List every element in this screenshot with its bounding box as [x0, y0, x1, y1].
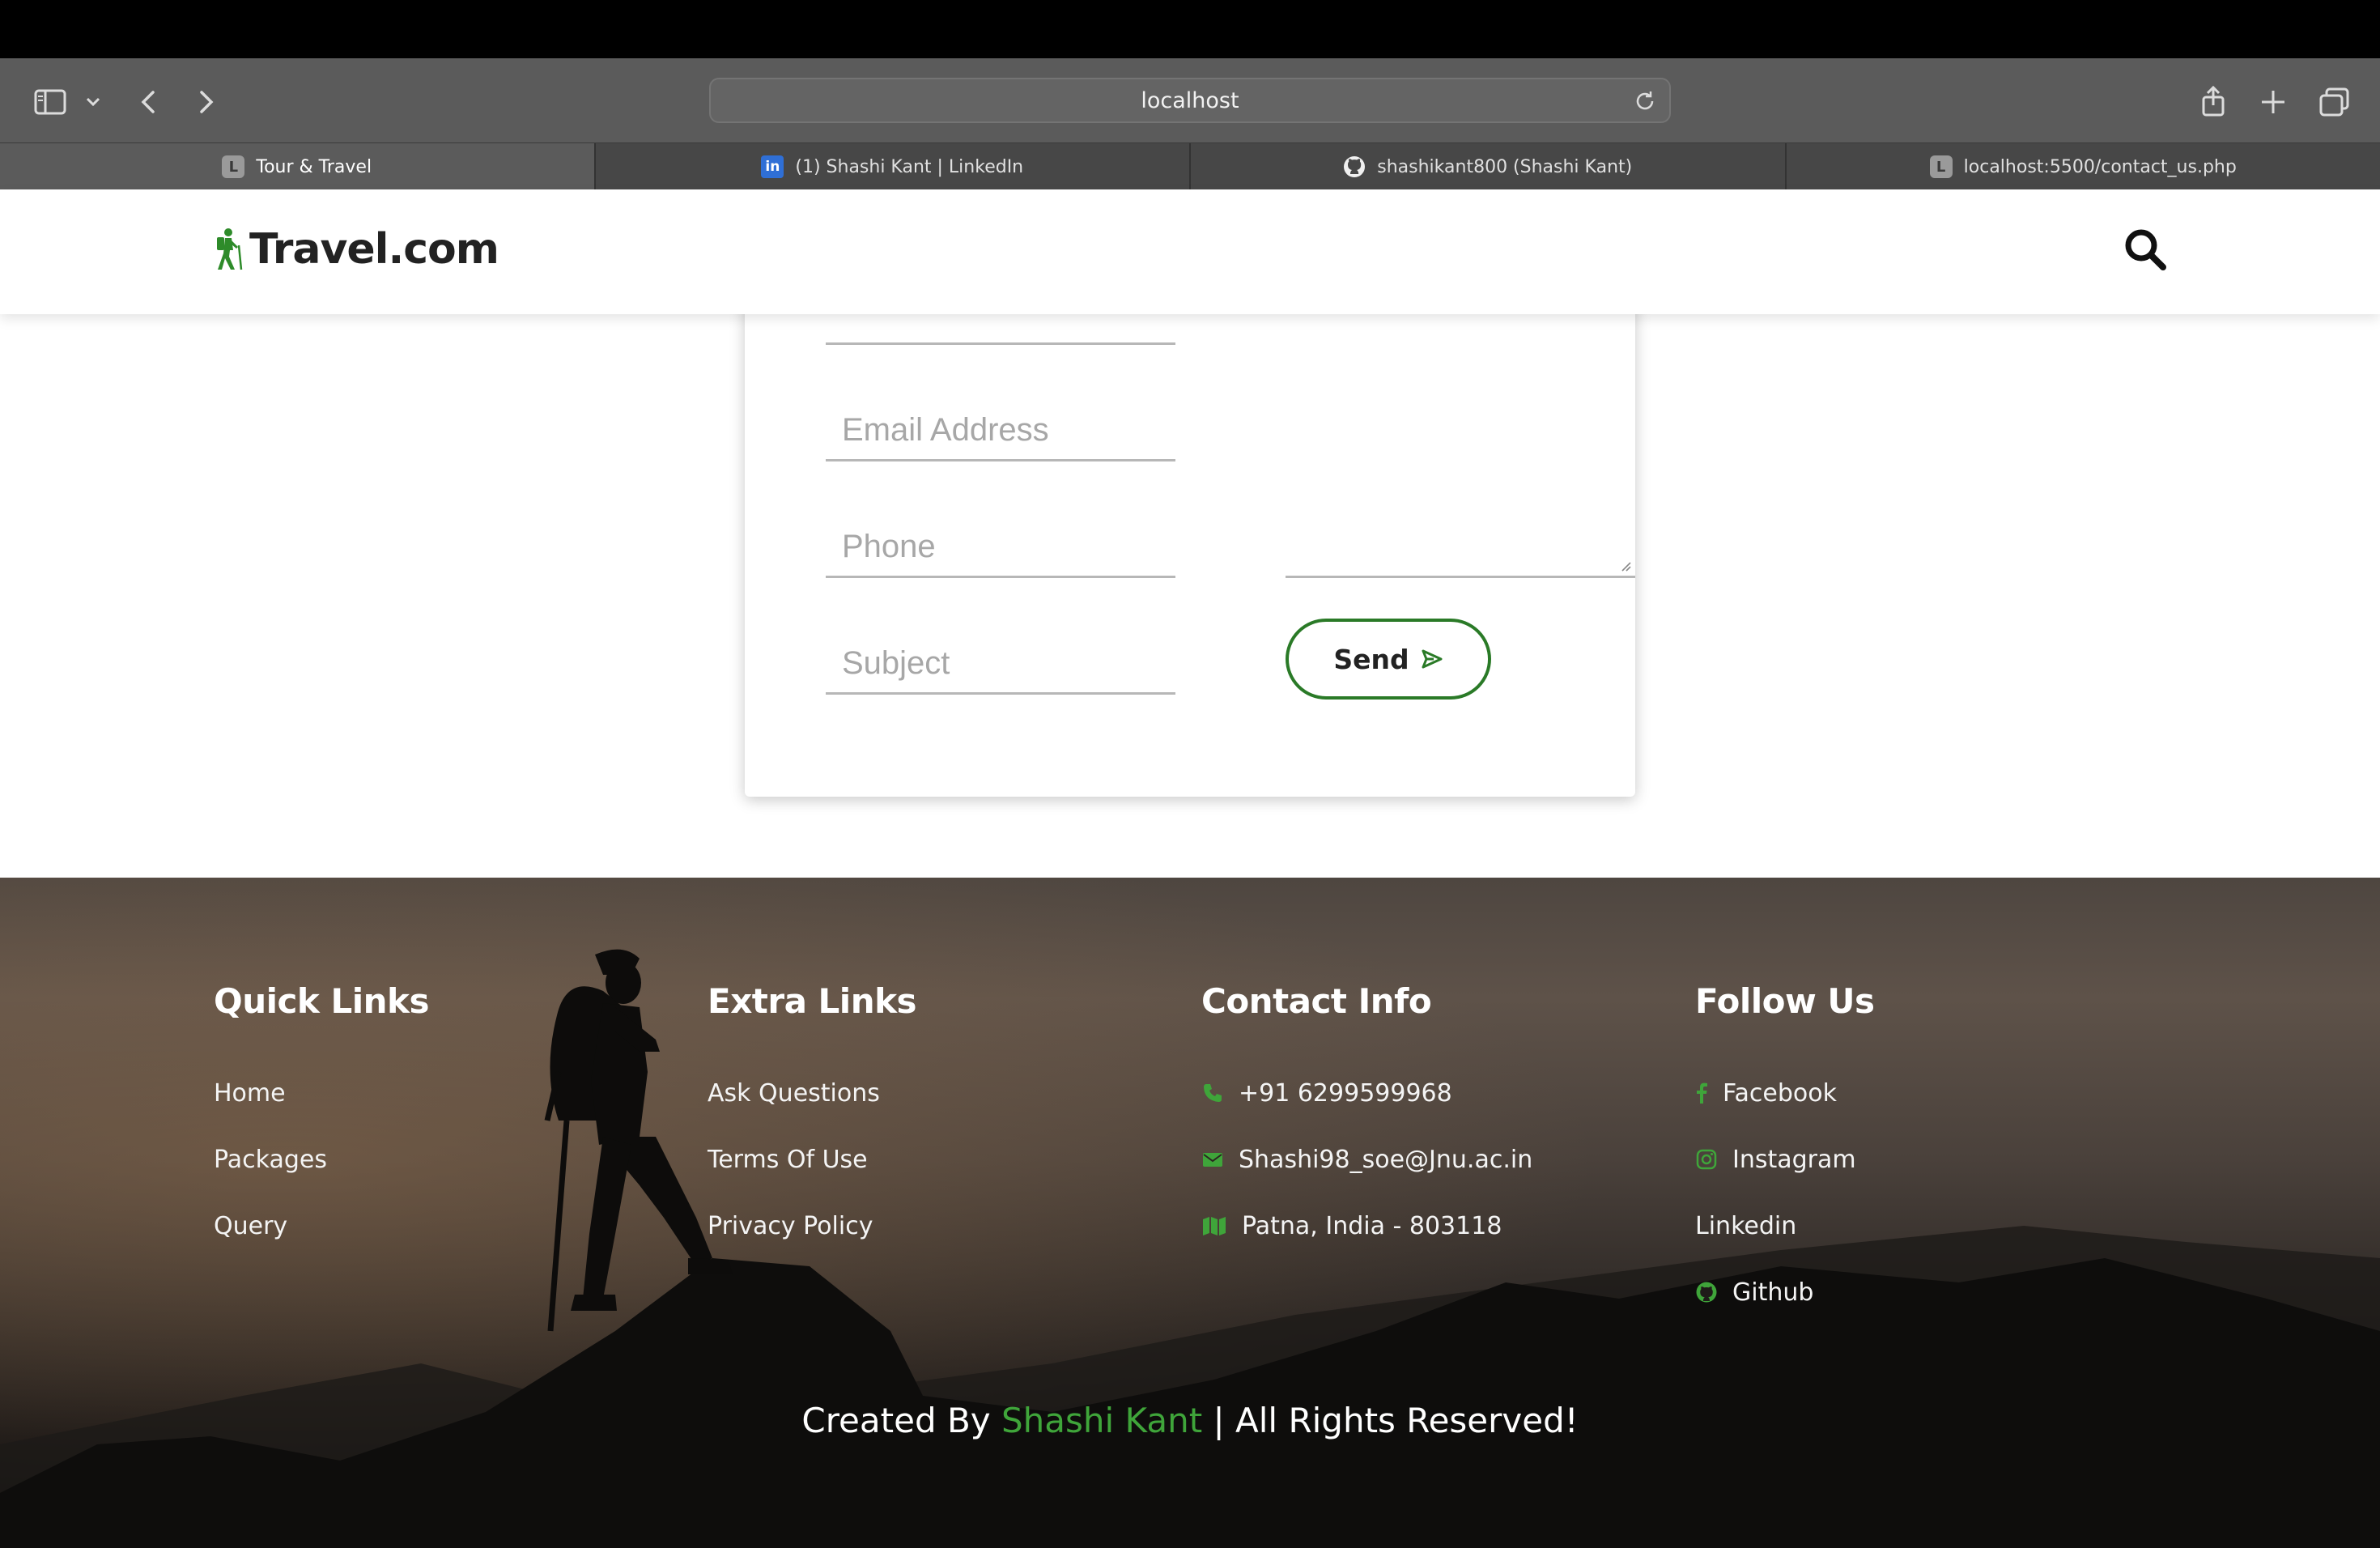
site-logo[interactable]: Travel.com	[212, 225, 499, 274]
tab-github[interactable]: shashikant800 (Shashi Kant)	[1189, 143, 1785, 190]
tab-linkedin[interactable]: in (1) Shashi Kant | LinkedIn	[593, 143, 1190, 190]
follow-linkedin[interactable]: Linkedin	[1695, 1193, 1875, 1259]
share-icon[interactable]	[2195, 84, 2231, 120]
footer-link-ask-questions[interactable]: Ask Questions	[708, 1060, 916, 1126]
footer-contact-info: Contact Info +91 6299599968 Shashi98_soe…	[1201, 981, 1532, 1259]
site-header: Travel.com	[0, 189, 2380, 314]
subject-placeholder: Subject	[842, 645, 950, 681]
link-text: Ask Questions	[708, 1078, 880, 1108]
credit-suffix: | All Rights Reserved!	[1213, 1401, 1579, 1440]
follow-us-title: Follow Us	[1695, 981, 1875, 1021]
resize-grip-icon[interactable]	[1619, 559, 1632, 572]
extra-links-title: Extra Links	[708, 981, 917, 1021]
forward-icon[interactable]	[188, 84, 223, 120]
tab-label: localhost:5500/contact_us.php	[1963, 156, 2237, 177]
phone-text: +91 6299599968	[1239, 1078, 1452, 1108]
browser-toolbar: localhost	[0, 58, 2380, 142]
envelope-icon	[1201, 1148, 1224, 1171]
facebook-text: Facebook	[1723, 1078, 1837, 1108]
footer-link-packages[interactable]: Packages	[214, 1126, 429, 1193]
footer-extra-links: Extra Links Ask Questions Terms Of Use P…	[708, 981, 917, 1259]
linkedin-icon: in	[761, 155, 784, 178]
search-icon[interactable]	[2121, 225, 2170, 274]
linkedin-text: Linkedin	[1695, 1211, 1797, 1240]
email-placeholder: Email Address	[842, 412, 1049, 448]
footer-quick-links: Quick Links Home Packages Query	[214, 981, 429, 1259]
footer-link-query[interactable]: Query	[214, 1193, 429, 1259]
email-text: Shashi98_soe@Jnu.ac.in	[1239, 1145, 1533, 1174]
address-text: Patna, India - 803118	[1242, 1211, 1502, 1240]
paper-plane-icon	[1422, 649, 1443, 669]
tab-tour-travel[interactable]: L Tour & Travel	[0, 143, 594, 190]
tab-contact-us[interactable]: L localhost:5500/contact_us.php	[1784, 143, 2380, 190]
os-menu-bar	[0, 0, 2380, 58]
github-icon	[1695, 1281, 1718, 1303]
contact-form-card: Email Address Phone Subject Send	[745, 243, 1635, 797]
follow-facebook[interactable]: Facebook	[1695, 1060, 1875, 1126]
logo-text: Travel.com	[249, 225, 499, 274]
footer-link-privacy[interactable]: Privacy Policy	[708, 1193, 916, 1259]
credit-prefix: Created By	[801, 1401, 991, 1440]
footer-credit: Created By Shashi Kant | All Rights Rese…	[0, 1401, 2380, 1440]
link-text: Query	[214, 1211, 288, 1240]
footer-follow-us: Follow Us Facebook Instagram Linkedin Gi…	[1695, 981, 1875, 1325]
follow-instagram[interactable]: Instagram	[1695, 1126, 1875, 1193]
send-label: Send	[1333, 643, 1409, 675]
contact-phone[interactable]: +91 6299599968	[1201, 1060, 1532, 1126]
credit-author-link[interactable]: Shashi Kant	[1001, 1401, 1202, 1440]
instagram-text: Instagram	[1732, 1145, 1856, 1174]
phone-placeholder: Phone	[842, 529, 936, 564]
footer-link-terms[interactable]: Terms Of Use	[708, 1126, 916, 1193]
hiker-icon	[217, 228, 243, 270]
link-text: Packages	[214, 1145, 327, 1174]
tab-bar: L Tour & Travel in (1) Shashi Kant | Lin…	[0, 142, 2380, 190]
url-text: localhost	[1141, 87, 1239, 113]
site-footer: Quick Links Home Packages Query Extra Li…	[0, 878, 2380, 1548]
link-text: Terms Of Use	[708, 1145, 868, 1174]
tab-label: (1) Shashi Kant | LinkedIn	[795, 156, 1024, 177]
github-text: Github	[1732, 1278, 1814, 1307]
link-text: Privacy Policy	[708, 1211, 873, 1240]
tab-label: Tour & Travel	[256, 156, 372, 177]
contact-address[interactable]: Patna, India - 803118	[1201, 1193, 1532, 1259]
instagram-icon	[1695, 1148, 1718, 1171]
phone-field[interactable]: Phone	[826, 518, 1175, 578]
chevron-down-icon[interactable]	[83, 84, 104, 120]
link-text: Home	[214, 1078, 286, 1108]
quick-links-title: Quick Links	[214, 981, 429, 1021]
contact-form: Email Address Phone Subject Send	[826, 243, 1635, 797]
facebook-icon	[1695, 1082, 1708, 1104]
map-icon	[1201, 1214, 1227, 1237]
phone-icon	[1201, 1082, 1224, 1104]
footer-link-home[interactable]: Home	[214, 1060, 429, 1126]
back-icon[interactable]	[131, 84, 167, 120]
reload-icon[interactable]	[1632, 88, 1658, 114]
tab-favicon: L	[1929, 155, 1953, 178]
tab-label: shashikant800 (Shashi Kant)	[1377, 156, 1633, 177]
contact-email[interactable]: Shashi98_soe@Jnu.ac.in	[1201, 1126, 1532, 1193]
contact-info-title: Contact Info	[1201, 981, 1432, 1021]
tab-overview-icon[interactable]	[2317, 84, 2352, 120]
tab-favicon: L	[222, 155, 245, 178]
new-tab-icon[interactable]	[2255, 84, 2291, 120]
follow-github[interactable]: Github	[1695, 1259, 1875, 1325]
email-field[interactable]: Email Address	[826, 402, 1175, 461]
send-button[interactable]: Send	[1286, 619, 1491, 700]
sidebar-toggle-icon[interactable]	[32, 84, 68, 120]
subject-field[interactable]: Subject	[826, 635, 1175, 695]
github-icon	[1343, 155, 1366, 178]
address-bar[interactable]: localhost	[709, 78, 1671, 123]
